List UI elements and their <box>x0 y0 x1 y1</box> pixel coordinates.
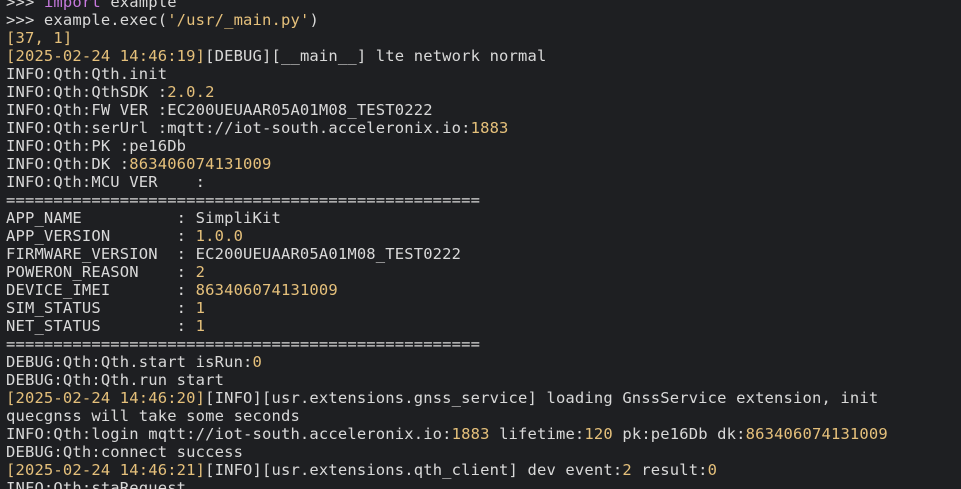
terminal-text-segment: pk:pe16Db dk: <box>612 425 746 443</box>
terminal-text-segment: 1.0.0 <box>195 227 244 245</box>
terminal-text-segment: INFO:Qth:staRequest <box>6 479 187 489</box>
terminal-text-segment: INFO:Qth:PK :pe16Db <box>6 137 187 155</box>
terminal-line: INFO:Qth:DK :863406074131009 <box>6 155 888 173</box>
terminal-line: [2025-02-24 14:46:19][DEBUG][__main__] l… <box>6 47 888 65</box>
terminal-text-segment: 863406074131009 <box>745 425 888 443</box>
terminal-line: quecgnss will take some seconds <box>6 407 888 425</box>
terminal-text-segment: result: <box>631 461 708 479</box>
terminal-line: INFO:Qth:MCU VER : <box>6 173 888 191</box>
terminal-line: POWERON_REASON : 2 <box>6 263 888 281</box>
terminal-line: DEVICE_IMEI : 863406074131009 <box>6 281 888 299</box>
terminal-line: >>> example.exec('/usr/_main.py') <box>6 11 888 29</box>
terminal-text-segment: 2 <box>622 461 632 479</box>
terminal-text-segment: [37, 1] <box>6 29 73 47</box>
terminal-lines: >>> import example >>> example.exec('/usr… <box>6 0 888 489</box>
terminal-text-segment: 1 <box>195 299 206 317</box>
terminal-text-segment: 0 <box>252 353 263 371</box>
terminal-text-segment: 863406074131009 <box>195 281 338 299</box>
terminal-text-segment: ========================================… <box>6 335 481 353</box>
terminal-text-segment: APP_VERSION : <box>6 227 196 245</box>
terminal-text-segment: 2 <box>195 263 206 281</box>
terminal-text-segment: DEBUG:Qth:Qth.run start <box>6 371 225 389</box>
terminal-line: NET_STATUS : 1 <box>6 317 888 335</box>
terminal-line: [2025-02-24 14:46:21][INFO][usr.extensio… <box>6 461 888 479</box>
terminal-text-segment: [INFO][usr.extensions.qth_client] dev ev… <box>205 461 623 479</box>
terminal-text-segment: '/usr/_main.py' <box>167 11 310 29</box>
terminal-line: DEBUG:Qth:Qth.run start <box>6 371 888 389</box>
terminal-text-segment: example <box>100 0 177 11</box>
terminal-text-segment: 120 <box>584 425 613 443</box>
terminal-text-segment: 0 <box>707 461 718 479</box>
terminal-text-segment: 1883 <box>470 119 509 137</box>
terminal-line: INFO:Qth:staRequest <box>6 479 888 489</box>
terminal-line: APP_VERSION : 1.0.0 <box>6 227 888 245</box>
terminal-output[interactable]: >>> import example >>> example.exec('/usr… <box>0 0 961 489</box>
terminal-text-segment: quecgnss will take some seconds <box>6 407 300 425</box>
terminal-line: APP_NAME : SimpliKit <box>6 209 888 227</box>
terminal-text-segment: DEBUG:Qth:connect success <box>6 443 244 461</box>
terminal-text-segment: APP_NAME : SimpliKit <box>6 209 281 227</box>
terminal-text-segment: SIM_STATUS : <box>6 299 196 317</box>
terminal-text-segment: DEVICE_IMEI : <box>6 281 196 299</box>
terminal-text-segment: [DEBUG][__main__] lte network normal <box>205 47 547 65</box>
terminal-line: INFO:Qth:PK :pe16Db <box>6 137 888 155</box>
terminal-text-segment: [INFO][usr.extensions.gnss_service] load… <box>205 389 879 407</box>
terminal-text-segment: lifetime: <box>489 425 585 443</box>
terminal-line: INFO:Qth:serUrl :mqtt://iot-south.accele… <box>6 119 888 137</box>
terminal-text-segment: 863406074131009 <box>129 155 272 173</box>
terminal-line: >>> import example <box>6 0 888 11</box>
terminal-text-segment: [2025-02-24 14:46:19] <box>6 47 206 65</box>
terminal-text-segment: >>> example.exec( <box>6 11 168 29</box>
terminal-text-segment: [2025-02-24 14:46:21] <box>6 461 206 479</box>
terminal-text-segment: 2.0.2 <box>167 83 215 101</box>
terminal-text-segment: 1 <box>195 317 206 335</box>
terminal-line: ========================================… <box>6 191 888 209</box>
terminal-text-segment: INFO:Qth:login mqtt://iot-south.accelero… <box>6 425 452 443</box>
terminal-text-segment: INFO:Qth:Qth.init <box>6 65 168 83</box>
terminal-line: SIM_STATUS : 1 <box>6 299 888 317</box>
terminal-text-segment: INFO:Qth:MCU VER : <box>6 173 206 191</box>
terminal-line: INFO:Qth:FW VER :EC200UEUAAR05A01M08_TES… <box>6 101 888 119</box>
terminal-text-segment: INFO:Qth:QthSDK : <box>6 83 168 101</box>
terminal-line: INFO:Qth:Qth.init <box>6 65 888 83</box>
terminal-text-segment: ========================================… <box>6 191 481 209</box>
terminal-text-segment: ) <box>309 11 319 29</box>
terminal-line: DEBUG:Qth:Qth.start isRun:0 <box>6 353 888 371</box>
terminal-text-segment: INFO:Qth:serUrl :mqtt://iot-south.accele… <box>6 119 471 137</box>
terminal-line: [2025-02-24 14:46:20][INFO][usr.extensio… <box>6 389 888 407</box>
terminal-text-segment: [2025-02-24 14:46:20] <box>6 389 206 407</box>
terminal-line: DEBUG:Qth:connect success <box>6 443 888 461</box>
terminal-text-segment: DEBUG:Qth:Qth.start isRun: <box>6 353 253 371</box>
terminal-line: INFO:Qth:QthSDK :2.0.2 <box>6 83 888 101</box>
terminal-text-segment: >>> <box>6 0 44 11</box>
terminal-line: [37, 1] <box>6 29 888 47</box>
terminal-line: INFO:Qth:login mqtt://iot-south.accelero… <box>6 425 888 443</box>
terminal-text-segment: NET_STATUS : <box>6 317 196 335</box>
terminal-line: FIRMWARE_VERSION : EC200UEUAAR05A01M08_T… <box>6 245 888 263</box>
terminal-text-segment: 1883 <box>451 425 490 443</box>
terminal-text-segment: POWERON_REASON : <box>6 263 196 281</box>
terminal-text-segment: INFO:Qth:DK : <box>6 155 130 173</box>
terminal-text-segment: import <box>43 0 101 11</box>
terminal-line: ========================================… <box>6 335 888 353</box>
terminal-text-segment: INFO:Qth:FW VER :EC200UEUAAR05A01M08_TES… <box>6 101 433 119</box>
terminal-text-segment: FIRMWARE_VERSION : EC200UEUAAR05A01M08_T… <box>6 245 462 263</box>
